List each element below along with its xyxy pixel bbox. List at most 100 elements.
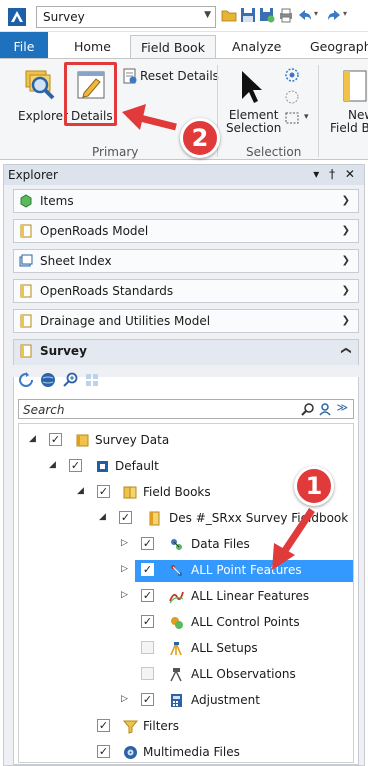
- section-openroads-model[interactable]: OpenRoads Model ❯: [13, 219, 359, 243]
- section-items[interactable]: Items ❯: [13, 189, 359, 213]
- circle-select-icon[interactable]: [284, 89, 300, 105]
- checkbox[interactable]: ✓: [69, 459, 82, 472]
- chevron-up-icon[interactable]: ❯: [340, 346, 351, 354]
- new-field-book-button[interactable]: New Field B: [330, 109, 368, 135]
- items-icon: [20, 194, 32, 208]
- search-input[interactable]: Search ≫: [18, 399, 354, 419]
- section-label: Drainage and Utilities Model: [40, 314, 211, 328]
- tree-item-label: ALL Observations: [191, 667, 296, 681]
- redo-dropdown-icon[interactable]: ▾: [343, 9, 347, 18]
- tab-file[interactable]: File: [0, 32, 48, 58]
- redo-icon[interactable]: [326, 7, 342, 23]
- file-icon: [20, 314, 32, 328]
- expander-icon[interactable]: ◢: [49, 460, 56, 470]
- new-field-book-icon[interactable]: [342, 69, 368, 103]
- data-files-icon: [171, 539, 182, 550]
- section-label: OpenRoads Model: [40, 224, 149, 238]
- expander-icon[interactable]: ▷: [121, 590, 128, 600]
- workset-value: Survey: [43, 10, 85, 24]
- open-folder-icon[interactable]: [221, 7, 237, 23]
- tab-geographic[interactable]: Geographi: [300, 35, 368, 58]
- survey-toolbar: [18, 370, 138, 392]
- chevron-down-icon[interactable]: ≫: [336, 401, 348, 414]
- expander-icon[interactable]: ◢: [77, 486, 84, 496]
- globe-icon[interactable]: [40, 372, 56, 388]
- checkbox[interactable]: ✓: [141, 693, 154, 706]
- section-label: OpenRoads Standards: [40, 284, 174, 298]
- tree-item-data-files[interactable]: ▷ ✓ Data Files: [19, 534, 353, 556]
- details-button[interactable]: Details: [71, 109, 113, 123]
- box-select-icon[interactable]: [284, 111, 300, 125]
- print-icon[interactable]: [278, 7, 294, 23]
- expander-icon[interactable]: ▷: [121, 564, 128, 574]
- checkbox[interactable]: [141, 667, 154, 680]
- chevron-down-icon[interactable]: ❯: [342, 285, 350, 296]
- save-icon[interactable]: [240, 7, 256, 23]
- checkbox[interactable]: ✓: [97, 485, 110, 498]
- section-drainage-utilities[interactable]: Drainage and Utilities Model ❯: [13, 309, 359, 333]
- chevron-down-icon[interactable]: ❯: [342, 315, 350, 326]
- checkbox[interactable]: ✓: [141, 615, 154, 628]
- expander-icon[interactable]: ◢: [99, 512, 106, 522]
- tree-item-all-point-features[interactable]: ✓ ALL Point Features: [135, 560, 353, 582]
- chevron-down-icon[interactable]: ❯: [342, 225, 350, 236]
- tree-item-all-linear-features[interactable]: ▷ ✓ ALL Linear Features: [19, 586, 353, 608]
- reset-details-icon[interactable]: [122, 68, 138, 84]
- section-survey[interactable]: Survey ❯: [13, 339, 359, 365]
- chevron-down-icon[interactable]: ❯: [342, 195, 350, 206]
- section-sheet-index[interactable]: Sheet Index ❯: [13, 249, 359, 273]
- details-icon[interactable]: [76, 70, 106, 100]
- tree-item-label: Des #_SRxx Survey Fieldbook: [169, 511, 349, 525]
- tree-item-all-setups[interactable]: ALL Setups: [19, 638, 353, 660]
- tree-item-multimedia-files[interactable]: ✓ Multimedia Files: [19, 742, 353, 764]
- filter-icon[interactable]: [319, 402, 333, 416]
- new-field-book-line2: Field B: [330, 121, 368, 135]
- checkbox[interactable]: ✓: [141, 589, 154, 602]
- tree-item-filters[interactable]: ✓ Filters: [19, 716, 353, 738]
- undo-dropdown-icon[interactable]: ▾: [314, 9, 318, 18]
- tree-item-adjustment[interactable]: ▷ ✓ Adjustment: [19, 690, 353, 712]
- tree-item-survey-data[interactable]: ◢ ✓ Survey Data: [19, 430, 353, 452]
- search-icon[interactable]: [301, 402, 315, 416]
- expander-icon[interactable]: ▷: [121, 538, 128, 548]
- panel-controls[interactable]: ▾ † ✕: [313, 167, 358, 181]
- undo-icon[interactable]: [297, 7, 313, 23]
- multimedia-icon: [124, 746, 137, 759]
- refresh-icon[interactable]: [18, 372, 34, 388]
- tab-field-book[interactable]: Field Book: [130, 35, 216, 59]
- tree-item-all-control-points[interactable]: ✓ ALL Control Points: [19, 612, 353, 634]
- field-books-icon: [123, 486, 137, 499]
- expander-icon[interactable]: ◢: [29, 434, 36, 444]
- reset-details-button[interactable]: Reset Details: [140, 69, 219, 83]
- explorer-icon[interactable]: [22, 67, 56, 101]
- element-selection-button[interactable]: Element Selection: [226, 109, 281, 135]
- checkbox[interactable]: ✓: [97, 745, 110, 758]
- element-selection-icon[interactable]: [238, 69, 264, 105]
- selection-mode-icon[interactable]: [284, 67, 300, 83]
- explorer-button[interactable]: Explorer: [18, 109, 68, 123]
- save-settings-icon[interactable]: [259, 7, 275, 23]
- section-openroads-standards[interactable]: OpenRoads Standards ❯: [13, 279, 359, 303]
- expander-icon[interactable]: ▷: [121, 694, 128, 704]
- tree-item-fieldbook[interactable]: ◢ ✓ Des #_SRxx Survey Fieldbook: [19, 508, 353, 530]
- chevron-down-icon[interactable]: ❯: [342, 255, 350, 266]
- panel-header: Explorer ▾ † ✕: [4, 165, 364, 185]
- checkbox[interactable]: ✓: [141, 537, 154, 550]
- zoom-icon[interactable]: [62, 372, 78, 388]
- grid-icon[interactable]: [84, 372, 100, 388]
- workset-combo[interactable]: Survey ▼: [36, 6, 216, 28]
- section-label: Items: [40, 194, 74, 208]
- section-label: Survey: [40, 344, 87, 358]
- panel-title: Explorer: [8, 168, 58, 182]
- tree-item-label: ALL Setups: [191, 641, 258, 655]
- observations-icon: [170, 668, 182, 682]
- box-select-dropdown-icon[interactable]: ▾: [304, 112, 309, 122]
- tab-analyze[interactable]: Analyze: [222, 35, 291, 58]
- tree-item-all-observations[interactable]: ALL Observations: [19, 664, 353, 686]
- checkbox[interactable]: ✓: [141, 563, 154, 576]
- checkbox[interactable]: ✓: [97, 719, 110, 732]
- checkbox[interactable]: ✓: [49, 433, 62, 446]
- tab-home[interactable]: Home: [64, 35, 121, 58]
- checkbox[interactable]: [141, 641, 154, 654]
- checkbox[interactable]: ✓: [119, 511, 132, 524]
